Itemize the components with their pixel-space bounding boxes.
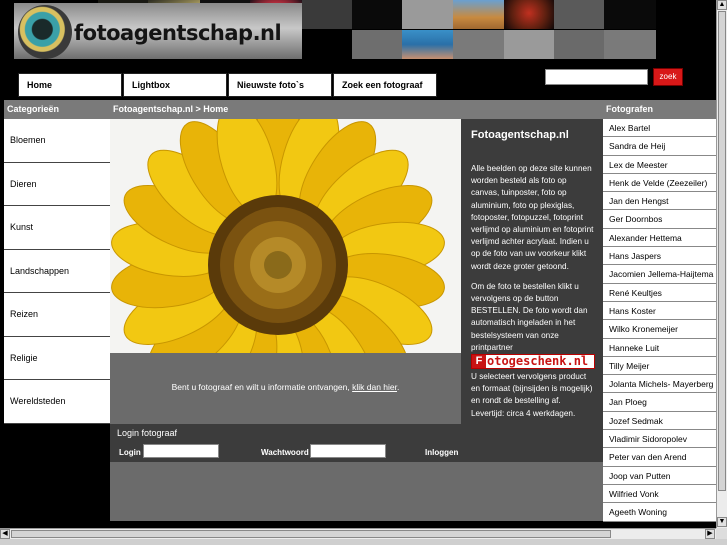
nav-home[interactable]: Home	[18, 73, 122, 97]
info-text: Bent u fotograaf en wilt u informatie on…	[171, 382, 353, 392]
vertical-scrollbar[interactable]: ▲ ▼	[716, 0, 727, 528]
password-field[interactable]	[310, 444, 386, 458]
vertical-scroll-thumb[interactable]	[718, 11, 726, 491]
photographer-info-box: Bent u fotograaf en wilt u informatie on…	[110, 353, 461, 424]
photographer-list: Alex Bartel Sandra de Heij Lex de Meester H…	[603, 119, 716, 522]
category-item-kunst[interactable]: Kunst	[4, 206, 110, 250]
featured-photo[interactable]	[110, 119, 461, 353]
photographer-item[interactable]: Jozef Sedmak	[603, 411, 716, 431]
about-panel: Fotoagentschap.nl Alle beelden op deze s…	[461, 119, 603, 460]
category-heading: Categorieën	[4, 100, 110, 119]
photographer-item[interactable]: Hanneke Luit	[603, 338, 716, 357]
photographer-item[interactable]: Alex Bartel	[603, 119, 716, 138]
photographer-item[interactable]: Jolanta Michels- Mayerberg	[603, 375, 716, 394]
photographer-item[interactable]: Jan den Hengst	[603, 192, 716, 211]
photographer-item[interactable]: Ger Doornbos	[603, 210, 716, 229]
header-photo-tile	[302, 30, 352, 59]
photographer-item[interactable]: Hans Jaspers	[603, 247, 716, 266]
info-end: .	[397, 382, 400, 392]
about-paragraph: Alle beelden op deze site kunnen worden …	[471, 164, 594, 271]
category-item-religie[interactable]: Religie	[4, 336, 110, 380]
photographer-item[interactable]: Wilko Kronemeijer	[603, 320, 716, 339]
scroll-up-icon[interactable]: ▲	[717, 0, 727, 10]
breadcrumb: Fotoagentschap.nl > Home	[110, 100, 603, 119]
logo-text: fotoagentschap.nl	[74, 21, 282, 45]
photographer-item[interactable]: Tilly Meijer	[603, 356, 716, 376]
photographer-item[interactable]: Sandra de Heij	[603, 137, 716, 156]
info-link[interactable]: klik dan hier	[352, 382, 397, 392]
photographer-item[interactable]: Peter van den Arend	[603, 448, 716, 467]
header-photo-tile	[604, 30, 656, 59]
header-photo-tile	[402, 30, 453, 59]
photographer-sidebar: Fotografen Alex Bartel Sandra de Heij Lex …	[603, 100, 716, 522]
header-photo-tile	[402, 0, 453, 29]
photographer-item[interactable]: Lex de Meester	[603, 155, 716, 174]
horizontal-scrollbar[interactable]: ◀ ▶	[0, 528, 716, 539]
photographer-item[interactable]: René Keultjes	[603, 283, 716, 302]
category-sidebar: Categorieën Bloemen Dieren Kunst Landsch…	[4, 100, 110, 520]
horizontal-scroll-thumb[interactable]	[11, 530, 611, 538]
photographer-item[interactable]: Hans Koster	[603, 301, 716, 321]
category-item-wereldsteden[interactable]: Wereldsteden	[4, 380, 110, 424]
about-title: Fotoagentschap.nl	[471, 129, 569, 141]
scroll-right-icon[interactable]: ▶	[705, 529, 715, 539]
scroll-down-icon[interactable]: ▼	[717, 517, 727, 527]
status-strip	[0, 539, 727, 545]
header-photo-tile	[554, 30, 604, 59]
header-photo-tile	[604, 0, 656, 29]
search-input[interactable]	[545, 69, 648, 85]
about-paragraph: U selecteert vervolgens product en forma…	[471, 372, 593, 418]
login-label: Login	[119, 448, 141, 457]
about-paragraph: Om de foto te bestellen klikt u vervolge…	[471, 281, 588, 352]
main-content: Fotoagentschap.nl > Home Fotoagentschap.…	[110, 100, 603, 521]
header-photo-tile	[453, 0, 504, 29]
login-row-filler	[461, 442, 603, 462]
eye-logo-icon	[18, 5, 72, 59]
photographer-item[interactable]: Ageeth Woning	[603, 503, 716, 522]
login-button[interactable]: Inloggen	[425, 448, 458, 457]
scrollbar-corner	[716, 528, 727, 539]
header-photo-tile	[554, 0, 604, 29]
category-item-reizen[interactable]: Reizen	[4, 293, 110, 337]
site-logo[interactable]: fotoagentschap.nl	[14, 3, 302, 59]
header-photo-tile	[453, 30, 504, 59]
header-photo-tile	[504, 0, 554, 29]
photographer-item[interactable]: Jan Ploeg	[603, 393, 716, 412]
login-form: Login Wachtwoord Inloggen	[110, 442, 461, 462]
category-item-landschappen[interactable]: Landschappen	[4, 249, 110, 293]
search-button[interactable]: zoek	[653, 68, 683, 86]
scroll-left-icon[interactable]: ◀	[0, 529, 10, 539]
photographer-item[interactable]: Jacomien Jellema-Haijtema	[603, 265, 716, 284]
login-title: Login fotograaf	[110, 424, 461, 442]
category-item-dieren[interactable]: Dieren	[4, 162, 110, 206]
login-field[interactable]	[143, 444, 219, 458]
photographer-item[interactable]: Wilfried Vonk	[603, 484, 716, 504]
header-photo-tile	[302, 0, 352, 29]
header-photo-tile	[352, 30, 402, 59]
photographer-item[interactable]: Joop van Putten	[603, 466, 716, 485]
header-photo-tile	[504, 30, 554, 59]
nav-newest-photos[interactable]: Nieuwste foto`s	[228, 73, 332, 97]
photographer-item[interactable]: Henk de Velde (Zeezeiler)	[603, 173, 716, 193]
header-banner: fotoagentschap.nl	[0, 0, 727, 60]
category-item-bloemen[interactable]: Bloemen	[4, 119, 110, 163]
photographer-item[interactable]: Vladimir Sidoropolev	[603, 430, 716, 449]
password-label: Wachtwoord	[261, 448, 309, 457]
header-photo-tile	[352, 0, 402, 29]
nav-lightbox[interactable]: Lightbox	[123, 73, 227, 97]
photographer-heading: Fotografen	[603, 100, 716, 119]
photographer-item[interactable]: Alexander Hettema	[603, 228, 716, 248]
nav-find-photographer[interactable]: Zoek een fotograaf	[333, 73, 437, 97]
fotogeschenk-logo[interactable]: F otogeschenk.nl	[471, 354, 595, 370]
